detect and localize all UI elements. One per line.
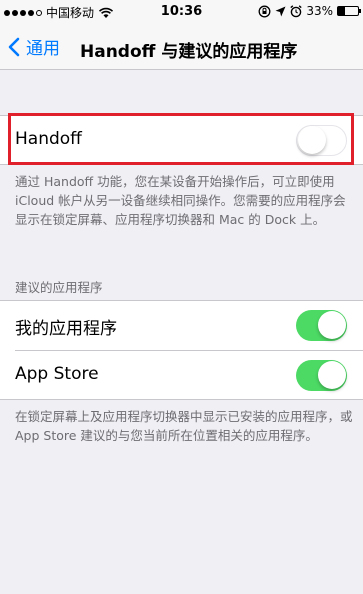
handoff-switch[interactable] [296,125,347,156]
battery-icon [337,6,361,16]
navigation-bar: 通用 Handoff 与建议的应用程序 [0,24,363,70]
alarm-icon [290,4,302,17]
chevron-left-icon [8,37,20,56]
switch-knob [318,311,346,339]
switch-knob [298,126,326,154]
page-title: Handoff 与建议的应用程序 [80,42,298,62]
back-button[interactable]: 通用 [8,34,60,59]
my-apps-switch[interactable] [296,310,347,341]
suggested-footer: 在锁定屏幕上及应用程序切换器中显示已安装的应用程序，或 App Store 建议… [15,409,353,443]
section-header-suggested: 建议的应用程序 [15,280,103,295]
location-icon [275,6,286,16]
status-right: 33% [258,4,361,18]
my-apps-label: 我的应用程序 [15,319,117,339]
status-bar: 中国移动 10:36 33% [0,0,363,24]
suggested-apps-group: 我的应用程序 App Store [0,300,363,400]
handoff-footer: 通过 Handoff 功能，您在某设备开始操作后，可立即使用 iCloud 帐户… [15,174,346,227]
battery-percent: 33% [306,4,333,18]
rotation-lock-icon [258,5,271,17]
handoff-group: Handoff [0,115,363,165]
switch-knob [318,361,346,389]
divider [15,350,363,351]
app-store-switch[interactable] [296,360,347,391]
app-store-label: App Store [15,364,99,384]
back-button-label: 通用 [26,39,60,59]
handoff-label: Handoff [15,129,82,149]
